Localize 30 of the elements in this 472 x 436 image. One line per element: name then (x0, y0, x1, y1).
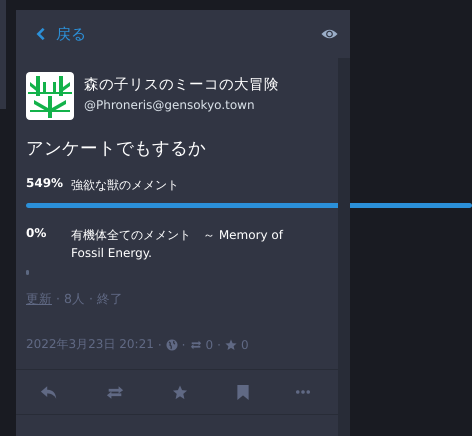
bookmark-icon[interactable] (236, 384, 248, 400)
display-name[interactable]: 森の子リスのミーコの大冒険 (84, 75, 279, 94)
more-icon[interactable] (296, 390, 310, 394)
poll-option: 強欲な獣のメメント (71, 176, 179, 194)
separator-dot: · (158, 338, 162, 352)
poll-status: 終了 (96, 291, 123, 308)
separator-dot: · (88, 291, 93, 308)
poll-percent: 549% (26, 176, 64, 192)
eye-icon[interactable] (321, 28, 338, 40)
account-handle[interactable]: @Phroneris@gensokyo.town (84, 98, 279, 112)
separator-dot: · (56, 291, 60, 308)
repeat-icon[interactable] (106, 384, 124, 400)
chevron-icon (36, 27, 46, 41)
status-text: アンケートでもするか (25, 138, 207, 160)
reply-icon[interactable] (40, 384, 58, 400)
status-date[interactable]: 2022年3月23日 20:21 (26, 336, 154, 353)
voter-count: 8人 (64, 291, 85, 308)
favourite-count: 0 (240, 338, 249, 352)
separator-dot: · (182, 338, 186, 352)
back-link[interactable]: 戻る (36, 24, 86, 44)
repeat-icon (190, 338, 202, 350)
poll-option: 有機体全てのメメント ～ Memory of Fossil Energy. (71, 226, 303, 262)
poll-percent: 0% (26, 226, 48, 242)
avatar-icon[interactable] (26, 72, 74, 120)
star-icon (224, 338, 237, 350)
star-icon[interactable] (171, 384, 189, 400)
globe-icon (166, 338, 178, 350)
separator-dot: · (217, 338, 221, 352)
boost-count: 0 (206, 338, 214, 352)
refresh-link[interactable]: 更新 (26, 291, 52, 308)
